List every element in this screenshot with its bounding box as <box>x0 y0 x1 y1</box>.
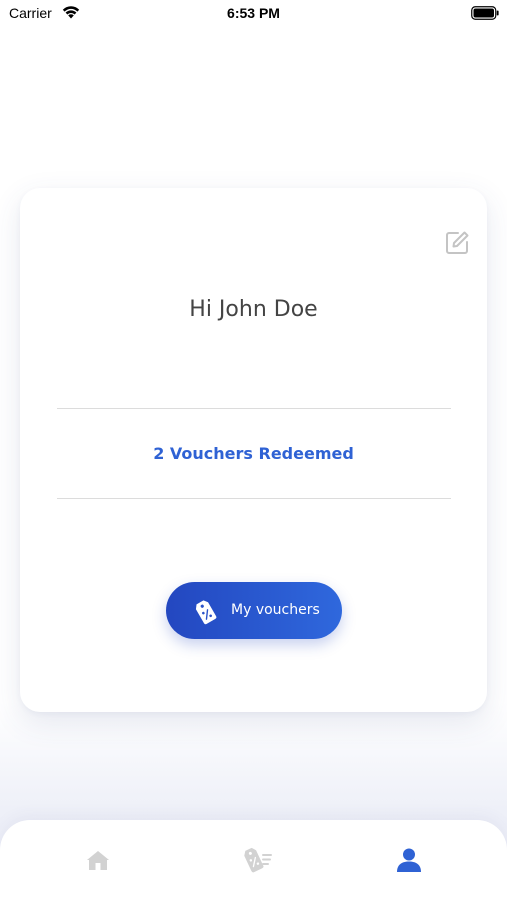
greeting-text: Hi John Doe <box>189 297 318 322</box>
status-time: 6:53 PM <box>227 5 280 21</box>
edit-icon[interactable] <box>444 230 470 256</box>
my-vouchers-label: My vouchers <box>231 602 320 618</box>
tab-home[interactable] <box>78 840 118 880</box>
divider <box>57 498 451 499</box>
battery-icon <box>471 6 499 20</box>
status-bar: Carrier 6:53 PM <box>0 0 507 28</box>
divider <box>57 408 451 409</box>
profile-card: Hi John Doe 2 Vouchers Redeemed My vouch… <box>20 188 487 712</box>
bottom-tab-bar <box>0 820 507 900</box>
tab-profile[interactable] <box>389 840 429 880</box>
vouchers-redeemed-count: 2 Vouchers Redeemed <box>153 444 354 463</box>
profile-icon <box>397 848 421 872</box>
home-icon <box>87 851 109 870</box>
tab-vouchers[interactable] <box>236 840 276 880</box>
voucher-tag-icon <box>195 600 217 625</box>
vouchers-icon <box>244 847 272 873</box>
my-vouchers-button[interactable]: My vouchers <box>166 582 342 639</box>
